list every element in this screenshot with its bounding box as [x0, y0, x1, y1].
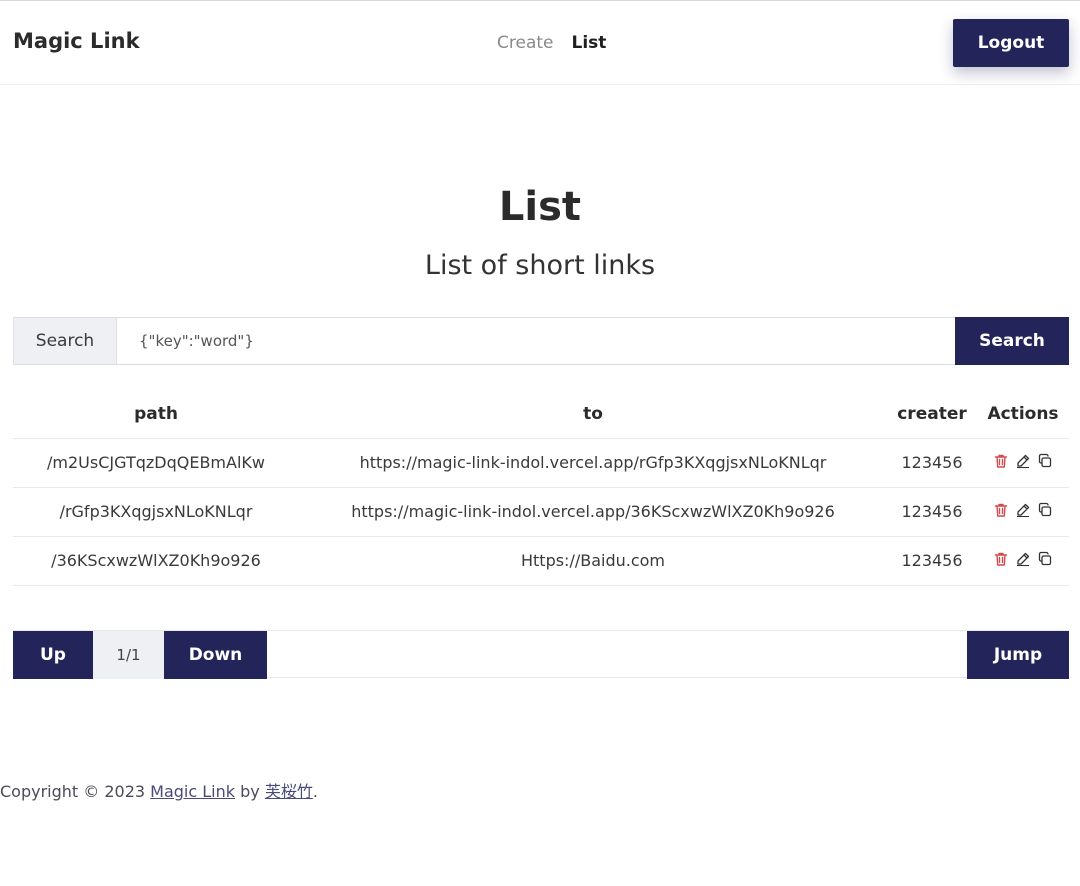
page-indicator: 1/1 [93, 631, 164, 679]
cell-creater: 123456 [887, 487, 977, 537]
navbar: Magic Link Create List Logout [0, 1, 1080, 85]
cell-actions [977, 487, 1069, 537]
copy-icon[interactable] [1037, 453, 1053, 469]
cell-actions [977, 536, 1069, 586]
search-label: Search [13, 317, 117, 365]
page-title: List [498, 184, 582, 230]
cell-to: https://magic-link-indol.vercel.app/rGfp… [299, 438, 887, 488]
search-button[interactable]: Search [955, 317, 1069, 365]
row-actions [993, 502, 1053, 518]
cell-actions [977, 438, 1069, 488]
trash-icon[interactable] [993, 551, 1009, 567]
column-header-actions: Actions [977, 390, 1069, 439]
copy-icon[interactable] [1037, 551, 1053, 567]
cell-creater: 123456 [887, 438, 977, 488]
row-actions [993, 551, 1053, 567]
logout-button[interactable]: Logout [953, 19, 1069, 67]
edit-icon[interactable] [1015, 551, 1031, 567]
trash-icon[interactable] [993, 453, 1009, 469]
footer-by: by [235, 782, 265, 801]
jump-page-input[interactable] [267, 631, 967, 677]
copy-icon[interactable] [1037, 502, 1053, 518]
cell-path: /36KScxwzWlXZ0Kh9o926 [13, 536, 299, 586]
cell-path: /m2UsCJGTqzDqQEBmAlKw [13, 438, 299, 488]
footer: Copyright © 2023 Magic Link by 芙桜竹. [0, 778, 318, 802]
footer-link-magic-link[interactable]: Magic Link [150, 782, 235, 801]
search-input[interactable] [117, 317, 955, 365]
brand-title[interactable]: Magic Link [13, 29, 140, 53]
links-table: path to creater Actions /m2UsCJGTqzDqQEB… [13, 390, 1069, 586]
nav-item-list[interactable]: List [572, 33, 607, 53]
jump-button[interactable]: Jump [967, 631, 1069, 679]
nav-links: Create List [497, 33, 606, 53]
table-row: /m2UsCJGTqzDqQEBmAlKw https://magic-link-… [13, 438, 1069, 488]
table-header-row: path to creater Actions [13, 390, 1069, 439]
column-header-to: to [299, 390, 887, 439]
footer-link-author[interactable]: 芙桜竹 [265, 782, 313, 801]
table-row: /rGfp3KXqgjsxNLoKNLqr https://magic-link-… [13, 487, 1069, 537]
cell-to: https://magic-link-indol.vercel.app/36KS… [299, 487, 887, 537]
footer-copyright: Copyright © 2023 [0, 782, 151, 801]
page-down-button[interactable]: Down [164, 631, 267, 679]
page-up-button[interactable]: Up [13, 631, 93, 679]
pagination: Up 1/1 Down Jump [13, 630, 1069, 679]
cell-creater: 123456 [887, 536, 977, 586]
nav-item-create[interactable]: Create [497, 33, 554, 53]
cell-to: Https://Baidu.com [299, 536, 887, 586]
trash-icon[interactable] [993, 502, 1009, 518]
table-row: /36KScxwzWlXZ0Kh9o926 Https://Baidu.com 12… [13, 536, 1069, 586]
search-bar: Search Search [13, 317, 1069, 365]
footer-period: . [312, 782, 318, 801]
cell-path: /rGfp3KXqgjsxNLoKNLqr [13, 487, 299, 537]
page-subtitle: List of short links [424, 250, 656, 281]
row-actions [993, 453, 1053, 469]
edit-icon[interactable] [1015, 453, 1031, 469]
column-header-path: path [13, 390, 299, 439]
edit-icon[interactable] [1015, 502, 1031, 518]
column-header-creater: creater [887, 390, 977, 439]
